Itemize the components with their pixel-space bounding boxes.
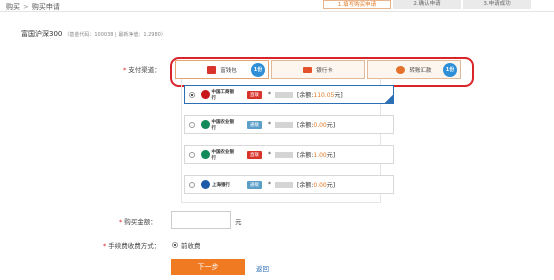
bank-radio[interactable] (189, 91, 195, 98)
breadcrumb-root[interactable]: 购买 (6, 3, 20, 11)
card-mask: * (268, 151, 271, 158)
card-mask: * (268, 91, 271, 98)
amount-label: * 购买金额： (119, 218, 157, 226)
icbc-logo: 中国工商银行 (201, 90, 237, 101)
payment-channel-label: * 支付渠道： (123, 66, 161, 74)
bank-option-abc[interactable]: 中国农业银行 通联 * [余额:0.00元] (184, 115, 394, 134)
fee-radio[interactable] (172, 242, 178, 248)
bos-logo: 上海银行 (201, 180, 237, 190)
bank-radio[interactable] (189, 151, 195, 158)
selected-check-corner (384, 94, 394, 104)
bank-balance: [余额:1.00元] (297, 152, 336, 159)
abc-logo: 中国农业银行 (201, 150, 237, 161)
step-application-success: 3.申请成功 (463, 0, 531, 9)
bank-option-icbc[interactable]: 中国工商银行 直联 * [余额:110.05元] (184, 85, 394, 104)
bank-tag: 直联 (247, 90, 262, 99)
bank-tag: 通联 (247, 180, 262, 189)
fund-name: 富国沪深300 (21, 30, 63, 38)
fund-meta: （基金代码：100038 | 最新净值：1.2980） (64, 32, 166, 38)
breadcrumb-separator: > (23, 3, 29, 11)
bank-tag: 直联 (247, 150, 262, 159)
step-confirm-application: 2.确认申请 (393, 0, 461, 9)
amount-input[interactable] (171, 211, 231, 229)
amount-unit: 元 (235, 218, 242, 226)
fee-option[interactable]: 前收费 (172, 240, 201, 250)
card-mask: * (268, 181, 271, 188)
bank-option-bos[interactable]: 上海银行 通联 * [余额:0.00元] (184, 175, 394, 194)
bank-balance: [余额:0.00元] (297, 182, 336, 189)
bank-tag: 通联 (247, 120, 262, 129)
bank-radio[interactable] (189, 181, 195, 188)
breadcrumb-current: 购买申请 (31, 3, 60, 11)
card-mask: * (268, 121, 271, 128)
bank-option-abc-2[interactable]: 中国农业银行 直联 * [余额:1.00元] (184, 145, 394, 164)
bank-balance: [余额:110.05元] (297, 92, 343, 99)
fund-info: 富国沪深300 （基金代码：100038 | 最新净值：1.2980） (21, 29, 166, 39)
step-fill-application: 1.填写购买申请 (323, 0, 391, 9)
bank-balance: [余额:0.00元] (297, 122, 336, 129)
fee-method-label: * 手续费收费方式： (103, 242, 161, 250)
header-divider (0, 11, 554, 12)
next-button[interactable]: 下一步 (171, 259, 245, 275)
abc-logo: 中国农业银行 (201, 120, 237, 131)
back-link[interactable]: 返回 (256, 263, 269, 273)
bank-radio[interactable] (189, 121, 195, 128)
